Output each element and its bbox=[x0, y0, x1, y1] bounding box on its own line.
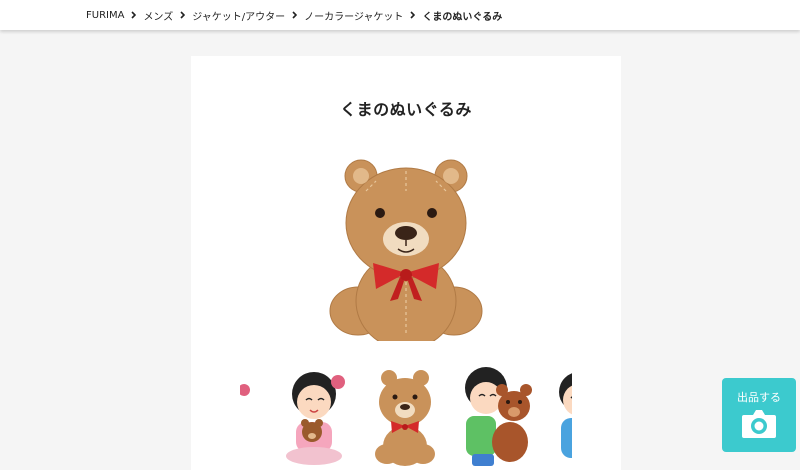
sell-button-label: 出品する bbox=[737, 391, 781, 404]
thumbnail-image[interactable] bbox=[240, 366, 252, 470]
chevron-right-icon bbox=[409, 11, 415, 19]
camera-icon bbox=[742, 410, 776, 438]
chevron-right-icon bbox=[179, 11, 185, 19]
thumbnail-image[interactable] bbox=[549, 366, 572, 470]
item-title: くまのぬいぐるみ bbox=[340, 100, 472, 119]
chevron-right-icon bbox=[291, 11, 297, 19]
breadcrumb-item-jackets[interactable]: ジャケット/アウター bbox=[192, 8, 285, 23]
sell-button[interactable]: 出品する bbox=[722, 378, 796, 452]
item-detail-card: くまのぬいぐるみ bbox=[191, 56, 621, 470]
breadcrumb: FURIMA メンズ ジャケット/アウター ノーカラージャケット くまのぬいぐる… bbox=[86, 8, 503, 23]
chevron-right-icon bbox=[130, 11, 136, 19]
thumbnail-image[interactable] bbox=[367, 366, 443, 470]
breadcrumb-item-home[interactable]: FURIMA bbox=[86, 10, 124, 21]
thumbnail-carousel[interactable] bbox=[240, 366, 572, 470]
main-item-image bbox=[329, 159, 483, 341]
thumbnail-image[interactable] bbox=[458, 366, 534, 470]
breadcrumb-item-mens[interactable]: メンズ bbox=[143, 8, 173, 23]
breadcrumb-item-collarless[interactable]: ノーカラージャケット bbox=[304, 8, 403, 23]
header-bar: FURIMA メンズ ジャケット/アウター ノーカラージャケット くまのぬいぐる… bbox=[0, 0, 800, 30]
thumbnail-image[interactable] bbox=[276, 366, 352, 470]
breadcrumb-current: くまのぬいぐるみ bbox=[422, 11, 503, 23]
